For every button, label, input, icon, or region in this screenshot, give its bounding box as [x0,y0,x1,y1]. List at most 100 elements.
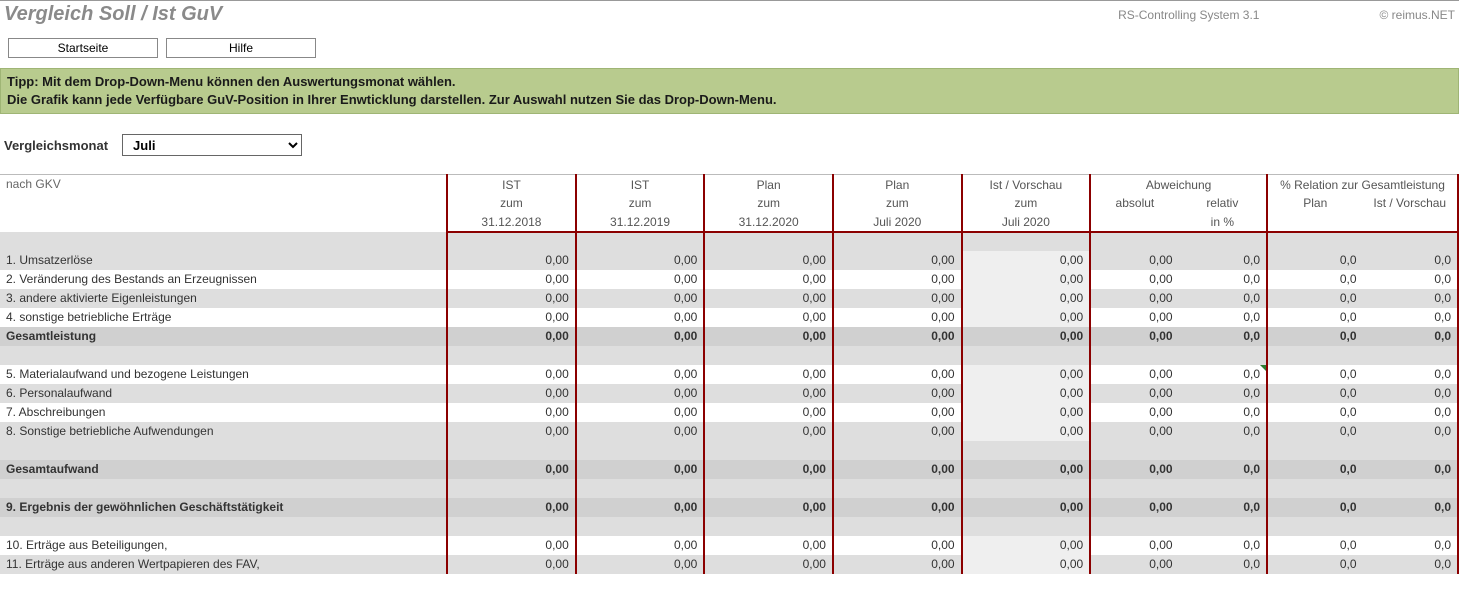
num-cell: 0,00 [704,536,833,555]
help-button[interactable]: Hilfe [166,38,316,58]
num-cell: 0,00 [447,327,576,346]
num-cell: 0,00 [962,308,1091,327]
num-cell: 0,00 [576,403,705,422]
num-cell: 0,0 [1267,536,1362,555]
row-label: 2. Veränderung des Bestands an Erzeugnis… [0,270,447,289]
num-cell: 0,00 [1090,422,1178,441]
hdr-relation: % Relation zur Gesamtleistung [1267,175,1458,194]
num-cell: 0,00 [576,536,705,555]
num-cell: 0,00 [704,555,833,574]
num-cell: 0,00 [833,308,962,327]
num-cell: 0,0 [1267,422,1362,441]
num-cell: 0,00 [576,365,705,384]
num-cell: 0,0 [1179,403,1267,422]
num-cell: 0,00 [1090,555,1178,574]
num-cell: 0,00 [447,308,576,327]
num-cell: 0,00 [447,270,576,289]
num-cell: 0,00 [576,555,705,574]
table-row [0,479,1458,498]
hdr-fc-mid: zum [962,194,1091,213]
num-cell: 0,0 [1363,460,1459,479]
hdr-ist1: IST [447,175,576,194]
num-cell: 0,00 [576,308,705,327]
num-cell: 0,00 [833,327,962,346]
num-cell: 0,00 [704,270,833,289]
num-cell: 0,00 [962,555,1091,574]
guv-table: nach GKV IST IST Plan Plan Ist / Vorscha… [0,174,1459,574]
num-cell: 0,00 [447,555,576,574]
num-cell: 0,0 [1179,498,1267,517]
hdr-plan-full: Plan [704,175,833,194]
num-cell: 0,00 [1090,270,1178,289]
hdr-rel-plan: Plan [1267,194,1362,213]
table-row: 11. Erträge aus anderen Wertpapieren des… [0,555,1458,574]
num-cell: 0,0 [1267,270,1362,289]
num-cell: 0,0 [1267,384,1362,403]
num-cell: 0,00 [447,403,576,422]
num-cell: 0,00 [447,460,576,479]
hdr-rel-fc: Ist / Vorschau [1363,194,1459,213]
num-cell: 0,00 [447,289,576,308]
num-cell: 0,0 [1179,460,1267,479]
num-cell: 0,00 [962,384,1091,403]
num-cell: 0,0 [1363,422,1459,441]
row-label: 7. Abschreibungen [0,403,447,422]
table-row: 3. andere aktivierte Eigenleistungen0,00… [0,289,1458,308]
home-button[interactable]: Startseite [8,38,158,58]
num-cell: 0,0 [1267,327,1362,346]
month-label: Vergleichsmonat [4,138,108,153]
hdr-plan-month: Plan [833,175,962,194]
table-row: 6. Personalaufwand0,000,000,000,000,000,… [0,384,1458,403]
table-row: 9. Ergebnis der gewöhnlichen Geschäftstä… [0,498,1458,517]
month-select[interactable]: Juli [122,134,302,156]
table-row: 1. Umsatzerlöse0,000,000,000,000,000,000… [0,251,1458,270]
num-cell: 0,00 [833,251,962,270]
row-label: 11. Erträge aus anderen Wertpapieren des… [0,555,447,574]
num-cell: 0,00 [704,251,833,270]
num-cell: 0,00 [962,422,1091,441]
num-cell: 0,00 [447,365,576,384]
num-cell: 0,00 [962,270,1091,289]
num-cell: 0,0 [1267,460,1362,479]
num-cell: 0,00 [704,422,833,441]
num-cell: 0,00 [1090,498,1178,517]
num-cell: 0,00 [962,498,1091,517]
num-cell: 0,0 [1363,536,1459,555]
num-cell: 0,00 [962,289,1091,308]
num-cell: 0,00 [962,365,1091,384]
num-cell: 0,0 [1363,365,1459,384]
hdr-fc-bot: Juli 2020 [962,213,1091,232]
num-cell: 0,00 [576,384,705,403]
num-cell: 0,0 [1179,555,1267,574]
num-cell: 0,0 [1363,270,1459,289]
table-row: Gesamtaufwand0,000,000,000,000,000,000,0… [0,460,1458,479]
num-cell: 0,00 [704,365,833,384]
row-label: 3. andere aktivierte Eigenleistungen [0,289,447,308]
num-cell: 0,0 [1363,327,1459,346]
table-row: 5. Materialaufwand und bezogene Leistung… [0,365,1458,384]
hdr-rel-bot: in % [1179,213,1267,232]
num-cell: 0,00 [576,289,705,308]
num-cell: 0,0 [1267,365,1362,384]
num-cell: 0,0 [1179,422,1267,441]
table-row: 2. Veränderung des Bestands an Erzeugnis… [0,270,1458,289]
num-cell: 0,00 [447,536,576,555]
num-cell: 0,00 [576,270,705,289]
num-cell: 0,00 [704,308,833,327]
num-cell: 0,00 [1090,536,1178,555]
num-cell: 0,00 [704,460,833,479]
num-cell: 0,0 [1179,365,1267,384]
hdr-abweichung: Abweichung [1090,175,1267,194]
table-row: 4. sonstige betriebliche Erträge0,000,00… [0,308,1458,327]
num-cell: 0,00 [962,327,1091,346]
num-cell: 0,0 [1179,536,1267,555]
hdr-relf-bot [1363,213,1459,232]
num-cell: 0,00 [833,270,962,289]
hdr-planm-mid: zum [833,194,962,213]
hdr-ist2-mid: zum [576,194,705,213]
num-cell: 0,0 [1179,384,1267,403]
table-row [0,517,1458,536]
num-cell: 0,0 [1179,251,1267,270]
row-label: 4. sonstige betriebliche Erträge [0,308,447,327]
num-cell: 0,00 [833,403,962,422]
